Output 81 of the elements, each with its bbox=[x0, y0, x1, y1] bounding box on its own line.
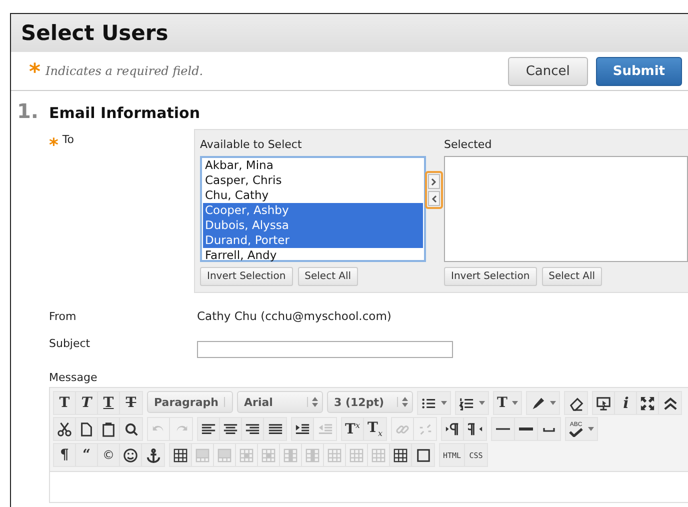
indent-icon bbox=[295, 422, 310, 436]
scissors-icon bbox=[57, 422, 72, 436]
cancel-button[interactable]: Cancel bbox=[508, 56, 588, 86]
list-label: Available to Select bbox=[200, 138, 303, 151]
space-icon bbox=[543, 426, 555, 432]
table-grid-icon bbox=[327, 448, 342, 462]
fullscreen-icon bbox=[640, 396, 656, 410]
user-option[interactable]: Akbar, Mina bbox=[203, 158, 423, 173]
table-row-icon bbox=[195, 448, 210, 462]
toolbar-dropdown[interactable]: Arial bbox=[237, 391, 323, 413]
user-option[interactable]: Farrell, Andy bbox=[203, 248, 423, 263]
caret-icon bbox=[550, 401, 556, 405]
align-left-icon bbox=[201, 422, 216, 436]
table-column-icon bbox=[283, 448, 298, 462]
justify-icon bbox=[268, 422, 282, 436]
user-option[interactable]: Dubois, Alyssa bbox=[203, 218, 423, 233]
section-title: Email Information bbox=[49, 104, 200, 122]
required-asterisk: * bbox=[29, 62, 41, 84]
table-cell-icon bbox=[239, 448, 254, 462]
required-asterisk: * bbox=[49, 137, 58, 155]
thin-rule-icon bbox=[495, 427, 511, 431]
toolbar-dropdown[interactable]: Paragraph bbox=[147, 391, 233, 413]
caret-icon bbox=[479, 401, 485, 405]
field-label: Subject bbox=[49, 337, 90, 350]
user-option[interactable]: Chu, Cathy bbox=[203, 188, 423, 203]
table-grid-icon bbox=[393, 448, 408, 462]
required-note: Indicates a required field. bbox=[46, 64, 204, 78]
field-label: To bbox=[62, 133, 74, 146]
step-number: 1. bbox=[17, 99, 40, 123]
smiley-icon bbox=[123, 448, 138, 462]
document-icon bbox=[79, 422, 94, 436]
up-down-arrows-icon bbox=[397, 397, 408, 407]
toolbar-dropdown[interactable]: 3 (12pt) bbox=[327, 391, 413, 413]
field-label: From bbox=[49, 310, 76, 322]
invert-selection-button[interactable]: Invert Selection bbox=[444, 267, 537, 286]
up-down-arrows-icon bbox=[307, 397, 318, 407]
square-icon bbox=[416, 448, 430, 462]
move-left-button[interactable] bbox=[428, 191, 440, 206]
list-label: Selected bbox=[444, 138, 493, 151]
chevron-right-icon bbox=[431, 178, 437, 186]
caret-icon bbox=[588, 427, 594, 431]
bulleted-list-icon bbox=[421, 396, 436, 410]
chevrons-up-icon bbox=[662, 396, 678, 410]
table-column-icon bbox=[305, 448, 320, 462]
outdent-icon bbox=[318, 422, 332, 436]
table-grid-icon bbox=[349, 448, 364, 462]
anchor-icon bbox=[146, 448, 160, 462]
clipboard-icon bbox=[101, 422, 116, 436]
select-all-button[interactable]: Select All bbox=[298, 267, 358, 286]
caret-icon bbox=[512, 401, 518, 405]
unlink-icon bbox=[418, 422, 432, 436]
submit-button[interactable]: Submit bbox=[596, 56, 682, 86]
field-label: Message bbox=[49, 371, 98, 384]
user-option[interactable]: Durand, Porter bbox=[203, 233, 423, 248]
table-row-icon bbox=[217, 448, 232, 462]
invert-selection-button[interactable]: Invert Selection bbox=[200, 267, 293, 286]
subject-field[interactable] bbox=[197, 341, 453, 358]
monitor-icon bbox=[596, 396, 612, 410]
chevron-left-icon bbox=[431, 194, 437, 202]
paragraph-right-icon bbox=[445, 422, 460, 436]
user-option[interactable]: Casper, Chris bbox=[203, 173, 423, 188]
select-all-button[interactable]: Select All bbox=[542, 267, 602, 286]
table-icon bbox=[173, 448, 188, 462]
thick-rule-icon bbox=[518, 427, 534, 431]
format-button[interactable]: T$^{x}$ bbox=[342, 418, 364, 440]
available-users-list[interactable]: Akbar, Mina Casper, Chris Chu, Cathy Cooper, Ashby Dubois, Alyssa Durand, Porter Farrell, Andy bbox=[200, 156, 426, 262]
numbered-list-icon bbox=[459, 396, 474, 410]
move-right-button[interactable] bbox=[428, 174, 440, 189]
user-option[interactable]: Cooper, Ashby bbox=[203, 203, 423, 218]
paragraph-left-icon bbox=[468, 422, 482, 436]
align-right-icon bbox=[245, 422, 260, 436]
eraser-icon bbox=[568, 396, 584, 410]
caret-icon bbox=[441, 401, 447, 405]
align-center-icon bbox=[223, 422, 238, 436]
table-grid-icon bbox=[371, 448, 386, 462]
table-cell-icon bbox=[261, 448, 276, 462]
checkmark-icon bbox=[569, 428, 583, 436]
search-icon bbox=[124, 422, 138, 436]
marker-icon bbox=[530, 396, 546, 410]
sender-address: Cathy Chu (cchu@myschool.com) bbox=[197, 309, 392, 323]
page-title: Select Users bbox=[21, 21, 168, 45]
